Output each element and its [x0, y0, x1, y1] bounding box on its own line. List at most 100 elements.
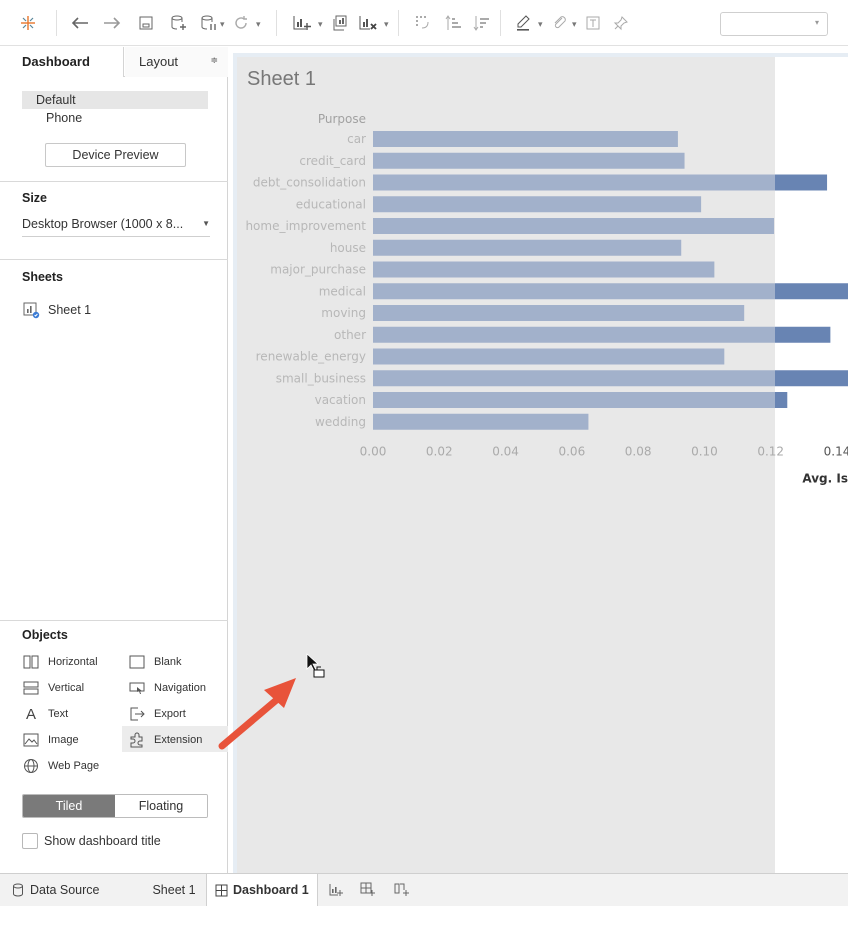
- updown-icon: ≑: [210, 55, 218, 65]
- divider: [0, 620, 228, 621]
- layout-mode-toggle: Tiled Floating: [22, 794, 208, 818]
- object-label: Extension: [154, 734, 203, 746]
- dropdown-caret-icon[interactable]: ▾: [220, 19, 225, 30]
- swap-icon[interactable]: [412, 11, 434, 35]
- toolbar: ▾ ▾ ▾ ▾ ▾ ▾ ▾: [0, 0, 848, 46]
- refresh-icon[interactable]: [230, 11, 252, 35]
- object-horizontal[interactable]: Horizontal: [22, 653, 98, 671]
- dropdown-caret-icon[interactable]: ▾: [318, 19, 323, 30]
- show-title-label: Show dashboard title: [44, 834, 161, 848]
- size-title: Size: [22, 191, 48, 205]
- horizontal-container-icon: [22, 654, 40, 670]
- object-label: Blank: [154, 656, 182, 668]
- dropdown-caret-icon[interactable]: ▾: [538, 19, 543, 30]
- x-tick-label: 0.06: [558, 445, 585, 459]
- drop-zone-overlay: [237, 105, 775, 465]
- vertical-container-icon: [22, 680, 40, 696]
- back-icon[interactable]: [68, 11, 92, 35]
- new-datasource-icon[interactable]: [168, 11, 190, 35]
- highlight-icon[interactable]: [512, 11, 534, 35]
- extension-icon: [128, 732, 146, 748]
- object-text[interactable]: A Text: [22, 705, 68, 723]
- label-icon[interactable]: [582, 11, 604, 35]
- x-tick-label: 0.12: [757, 445, 784, 459]
- tab-dashboard[interactable]: Dashboard: [0, 47, 124, 77]
- dropdown-caret-icon[interactable]: ▾: [256, 19, 261, 30]
- sort-desc-icon[interactable]: [470, 11, 492, 35]
- text-icon: A: [25, 705, 36, 723]
- object-blank[interactable]: Blank: [128, 653, 182, 671]
- object-label: Horizontal: [48, 656, 98, 668]
- new-worksheet-icon[interactable]: [290, 11, 314, 35]
- group-icon[interactable]: [548, 11, 570, 35]
- clear-sheet-icon[interactable]: [356, 11, 380, 35]
- tiled-button[interactable]: Tiled: [23, 795, 115, 817]
- drag-cursor-icon: [306, 653, 325, 678]
- object-vertical[interactable]: Vertical: [22, 679, 84, 697]
- device-phone[interactable]: Phone: [46, 111, 82, 125]
- navigation-icon: [128, 680, 146, 696]
- object-export[interactable]: Export: [128, 705, 186, 723]
- tooltip-combo[interactable]: ▾: [720, 12, 828, 36]
- left-panel: Dashboard Layout ≑ Default Phone Device …: [0, 47, 228, 873]
- bar-chart: Purposecarcredit_carddebt_consolidatione…: [237, 105, 848, 486]
- status-strip: [0, 906, 848, 926]
- device-preview-button[interactable]: Device Preview: [45, 143, 186, 167]
- dropdown-caret-icon[interactable]: ▾: [384, 19, 389, 30]
- dropdown-caret-icon[interactable]: ▾: [572, 19, 577, 30]
- x-tick-label: 0.14: [824, 445, 848, 459]
- size-select[interactable]: Desktop Browser (1000 x 8... ▼: [22, 217, 210, 237]
- device-default[interactable]: Default: [22, 91, 208, 109]
- sheets-title: Sheets: [22, 270, 63, 284]
- floating-button[interactable]: Floating: [115, 795, 207, 817]
- object-navigation[interactable]: Navigation: [128, 679, 206, 697]
- new-sheet-icon[interactable]: [328, 874, 350, 906]
- tab-label: Data Source: [30, 883, 100, 897]
- show-title-checkbox[interactable]: [22, 833, 38, 849]
- x-tick-label: 0.04: [492, 445, 519, 459]
- chevron-down-icon: ▼: [202, 219, 210, 228]
- pause-datasource-icon[interactable]: [198, 11, 220, 35]
- x-axis-label: Avg. Is: [802, 472, 848, 486]
- export-icon: [128, 706, 146, 722]
- x-tick-label: 0.10: [691, 445, 718, 459]
- tab-data-source[interactable]: Data Source: [8, 874, 124, 906]
- tab-dashboard-1[interactable]: Dashboard 1: [206, 874, 318, 906]
- x-tick-label: 0.02: [426, 445, 453, 459]
- tableau-logo-icon[interactable]: [16, 11, 40, 35]
- panel-tabs: Dashboard Layout ≑: [0, 47, 228, 77]
- objects-title: Objects: [22, 628, 68, 642]
- sheet-title: Sheet 1: [247, 68, 316, 90]
- datasource-icon: [13, 883, 23, 897]
- object-extension[interactable]: Extension: [128, 731, 202, 749]
- dashboard-icon: [215, 884, 228, 896]
- sheet-list-item[interactable]: Sheet 1: [22, 300, 91, 320]
- new-story-icon[interactable]: [394, 874, 416, 906]
- object-image[interactable]: Image: [22, 731, 79, 749]
- chevron-down-icon: ▾: [814, 18, 819, 27]
- web-page-icon: [22, 758, 40, 774]
- new-dashboard-icon[interactable]: [360, 874, 382, 906]
- save-icon[interactable]: [136, 11, 156, 35]
- object-label: Image: [48, 734, 79, 746]
- tab-label: Sheet 1: [152, 883, 196, 897]
- duplicate-icon[interactable]: [328, 11, 350, 35]
- blank-icon: [128, 654, 146, 670]
- tab-layout[interactable]: Layout ≑: [125, 47, 228, 77]
- pin-icon[interactable]: [610, 11, 632, 35]
- tab-sheet-1[interactable]: Sheet 1: [146, 874, 202, 906]
- tab-layout-label: Layout: [139, 54, 179, 69]
- image-icon: [22, 732, 40, 748]
- object-web-page[interactable]: Web Page: [22, 757, 99, 775]
- x-tick-label: 0.08: [625, 445, 652, 459]
- object-label: Text: [48, 708, 69, 720]
- sort-asc-icon[interactable]: [442, 11, 464, 35]
- bottom-tab-bar: Data Source Sheet 1 Dashboard 1: [0, 873, 848, 906]
- forward-icon[interactable]: [100, 11, 124, 35]
- object-label: Vertical: [48, 682, 85, 694]
- divider: [0, 181, 228, 182]
- show-dashboard-title[interactable]: Show dashboard title: [22, 833, 161, 849]
- object-label: Navigation: [154, 682, 206, 694]
- object-label: Export: [154, 708, 186, 720]
- worksheet-icon: [23, 302, 40, 319]
